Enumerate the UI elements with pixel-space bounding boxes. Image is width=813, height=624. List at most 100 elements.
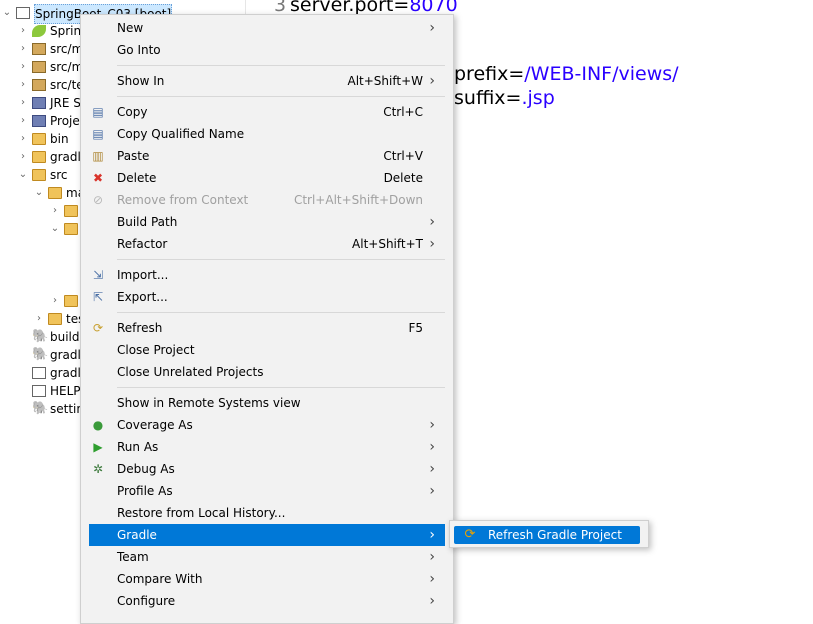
submenu-item-label: Refresh Gradle Project bbox=[488, 528, 622, 542]
menu-item-label: Show In bbox=[117, 74, 165, 88]
run-icon: ▶ bbox=[93, 440, 103, 454]
menu-item-show-in-remote-systems-view[interactable]: Show in Remote Systems view bbox=[89, 392, 445, 414]
folder-icon bbox=[64, 205, 78, 217]
copy-icon: ▤ bbox=[92, 127, 104, 141]
code-line-prefix: prefix=/WEB-INF/views/ bbox=[454, 63, 679, 85]
gradle-refresh-icon: ⟳ bbox=[464, 527, 476, 542]
chevron-right-icon: › bbox=[429, 571, 435, 587]
chevron-right-icon: › bbox=[429, 417, 435, 433]
menu-separator bbox=[117, 65, 445, 66]
refresh-gradle-project-item[interactable]: ⟳ Refresh Gradle Project bbox=[454, 526, 640, 544]
menu-item-refactor[interactable]: Refactor Alt+Shift+T › bbox=[89, 233, 445, 255]
menu-item-configure[interactable]: Configure › bbox=[89, 590, 445, 612]
menu-item-label: Debug As bbox=[117, 462, 175, 476]
package-folder-icon bbox=[32, 79, 46, 91]
menu-item-label: Export... bbox=[117, 290, 168, 304]
file-icon bbox=[32, 385, 46, 397]
menu-item-gradle[interactable]: Gradle › bbox=[89, 524, 445, 546]
tree-item-label: bin bbox=[50, 132, 69, 146]
chevron-down-icon[interactable]: ⌄ bbox=[34, 184, 44, 202]
menu-item-copy-qualified-name[interactable]: ▤ Copy Qualified Name bbox=[89, 123, 445, 145]
chevron-right-icon[interactable]: › bbox=[18, 22, 28, 40]
library-icon bbox=[32, 115, 46, 127]
menu-item-team[interactable]: Team › bbox=[89, 546, 445, 568]
menu-item-profile-as[interactable]: Profile As › bbox=[89, 480, 445, 502]
chevron-right-icon[interactable]: › bbox=[18, 112, 28, 130]
chevron-right-icon: › bbox=[429, 593, 435, 609]
menu-separator bbox=[117, 96, 445, 97]
menu-item-label: Remove from Context bbox=[117, 193, 249, 207]
debug-icon: ✲ bbox=[92, 462, 104, 476]
folder-icon bbox=[32, 169, 46, 181]
menu-item-label: Team bbox=[117, 550, 149, 564]
menu-item-shortcut: Ctrl+V bbox=[383, 149, 423, 163]
chevron-right-icon[interactable]: › bbox=[18, 94, 28, 112]
menu-item-label: Gradle bbox=[117, 528, 157, 542]
menu-item-label: Delete bbox=[117, 171, 157, 185]
chevron-right-icon[interactable]: › bbox=[18, 40, 28, 58]
folder-icon bbox=[48, 313, 62, 325]
tree-item-label: src bbox=[50, 168, 68, 182]
menu-item-run-as[interactable]: ▶ Run As › bbox=[89, 436, 445, 458]
menu-item-delete[interactable]: ✖ Delete Delete bbox=[89, 167, 445, 189]
package-folder-icon bbox=[32, 61, 46, 73]
menu-item-refresh[interactable]: ⟳ Refresh F5 bbox=[89, 317, 445, 339]
menu-separator bbox=[117, 259, 445, 260]
chevron-right-icon: › bbox=[429, 236, 435, 252]
menu-item-label: Import... bbox=[117, 268, 169, 282]
menu-item-shortcut: F5 bbox=[408, 321, 423, 335]
chevron-right-icon: › bbox=[429, 20, 435, 36]
gradle-file-icon: 🐘 bbox=[32, 329, 49, 344]
chevron-right-icon[interactable]: › bbox=[18, 58, 28, 76]
menu-item-import[interactable]: ⇲ Import... bbox=[89, 264, 445, 286]
menu-item-shortcut: Ctrl+C bbox=[383, 105, 423, 119]
menu-item-remove-from-context: ⊘ Remove from Context Ctrl+Alt+Shift+Down bbox=[89, 189, 445, 211]
menu-item-label: Copy bbox=[117, 105, 148, 119]
paste-icon: ▥ bbox=[92, 149, 104, 163]
chevron-right-icon: › bbox=[429, 73, 435, 89]
remove-icon: ⊘ bbox=[92, 193, 104, 207]
menu-item-restore-from-local-history[interactable]: Restore from Local History... bbox=[89, 502, 445, 524]
menu-separator bbox=[117, 312, 445, 313]
chevron-down-icon[interactable]: ⌄ bbox=[18, 166, 28, 184]
menu-item-debug-as[interactable]: ✲ Debug As › bbox=[89, 458, 445, 480]
menu-item-label: Restore from Local History... bbox=[117, 506, 286, 520]
tree-item-label: build. bbox=[50, 330, 84, 344]
menu-item-label: Run As bbox=[117, 440, 159, 454]
menu-item-export[interactable]: ⇱ Export... bbox=[89, 286, 445, 308]
chevron-right-icon[interactable]: › bbox=[34, 310, 44, 328]
chevron-right-icon[interactable]: › bbox=[18, 148, 28, 166]
gradle-file-icon: 🐘 bbox=[32, 401, 49, 416]
menu-item-compare-with[interactable]: Compare With › bbox=[89, 568, 445, 590]
menu-item-paste[interactable]: ▥ Paste Ctrl+V bbox=[89, 145, 445, 167]
folder-icon bbox=[32, 133, 46, 145]
menu-item-label: Copy Qualified Name bbox=[117, 127, 245, 141]
menu-item-close-project[interactable]: Close Project bbox=[89, 339, 445, 361]
menu-item-shortcut: Alt+Shift+W bbox=[347, 74, 424, 88]
menu-item-new[interactable]: New › bbox=[89, 17, 445, 39]
import-icon: ⇲ bbox=[92, 268, 104, 282]
code-key: prefix= bbox=[454, 63, 525, 85]
menu-item-label: Configure bbox=[117, 594, 176, 608]
chevron-right-icon[interactable]: › bbox=[50, 202, 60, 220]
chevron-right-icon[interactable]: › bbox=[50, 292, 60, 310]
menu-item-close-unrelated-projects[interactable]: Close Unrelated Projects bbox=[89, 361, 445, 383]
folder-icon bbox=[64, 223, 78, 235]
gradle-submenu: ⟳ Refresh Gradle Project bbox=[449, 520, 649, 548]
chevron-down-icon[interactable]: ⌄ bbox=[50, 220, 60, 238]
chevron-right-icon[interactable]: › bbox=[18, 130, 28, 148]
chevron-down-icon[interactable]: ⌄ bbox=[2, 4, 12, 22]
chevron-right-icon[interactable]: › bbox=[18, 76, 28, 94]
menu-item-label: Show in Remote Systems view bbox=[117, 396, 301, 410]
refresh-icon: ⟳ bbox=[92, 321, 104, 335]
menu-item-go-into[interactable]: Go Into bbox=[89, 39, 445, 61]
menu-item-copy[interactable]: ▤ Copy Ctrl+C bbox=[89, 101, 445, 123]
menu-item-show-in[interactable]: Show In Alt+Shift+W › bbox=[89, 70, 445, 92]
menu-item-build-path[interactable]: Build Path › bbox=[89, 211, 445, 233]
chevron-right-icon: › bbox=[429, 549, 435, 565]
context-menu: New › Go Into Show In Alt+Shift+W › ▤ Copy Ctrl+… bbox=[80, 14, 454, 624]
menu-item-coverage-as[interactable]: ● Coverage As › bbox=[89, 414, 445, 436]
tree-item-label: src/m bbox=[50, 60, 84, 74]
chevron-right-icon: › bbox=[429, 461, 435, 477]
export-icon: ⇱ bbox=[92, 290, 104, 304]
